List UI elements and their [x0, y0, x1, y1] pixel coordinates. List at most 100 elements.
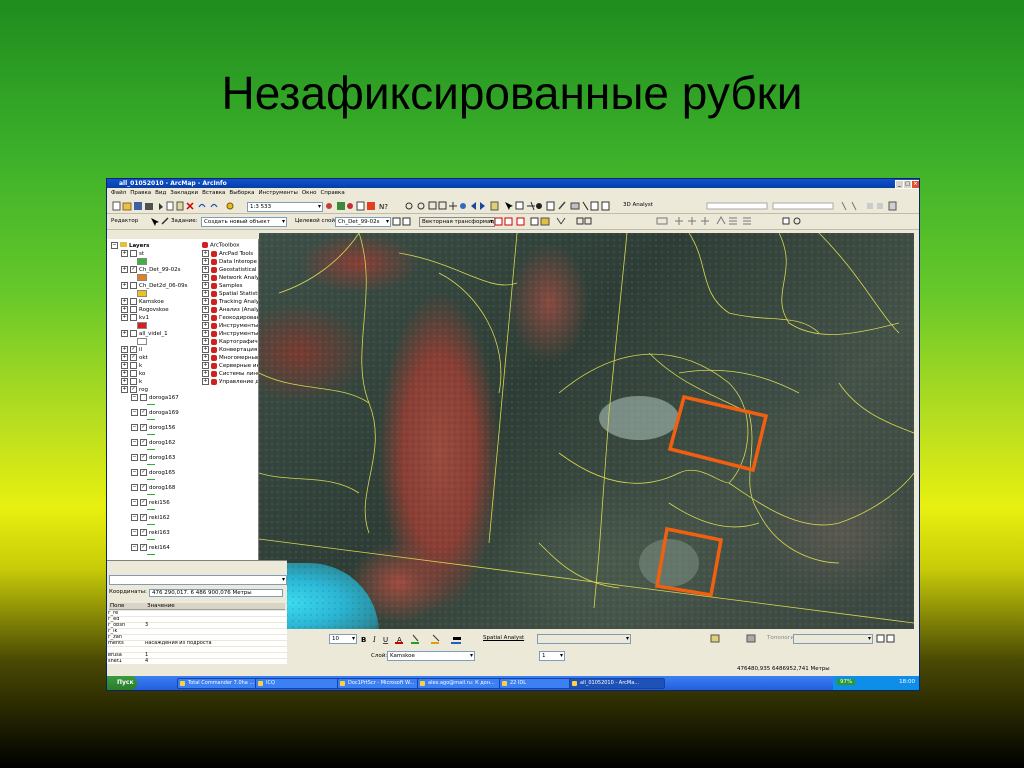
expand-icon[interactable]: + — [121, 370, 128, 377]
spatial-analyst-menu[interactable]: Spatial Analyst — [483, 635, 524, 641]
layer-checkbox[interactable]: ✓ — [130, 386, 137, 393]
expand-icon[interactable]: + — [121, 314, 128, 321]
expand-icon[interactable]: − — [131, 409, 138, 416]
expand-icon[interactable]: + — [202, 362, 209, 369]
expand-icon[interactable]: + — [121, 282, 128, 289]
expand-icon[interactable]: + — [202, 338, 209, 345]
arctoolbox-root[interactable]: ArcToolbox — [202, 242, 240, 249]
menu-item[interactable]: Инструменты — [258, 190, 297, 196]
expand-icon[interactable]: − — [131, 529, 138, 536]
expand-icon[interactable]: + — [202, 346, 209, 353]
layer-checkbox[interactable]: ✓ — [140, 544, 147, 551]
vector-transform-dropdown[interactable]: Векторная трансформация — [419, 217, 495, 227]
toolbox-item[interactable]: + Конвертация — [202, 346, 257, 353]
expand-icon[interactable]: − — [131, 469, 138, 476]
layer-checkbox[interactable] — [130, 378, 137, 385]
toolbox-item[interactable]: + Spatial Statisti — [202, 290, 258, 297]
menu-item[interactable]: Выборка — [229, 190, 254, 196]
toolbox-item[interactable]: + Управление д — [202, 378, 258, 385]
toc-layer[interactable]: + all_videl_1 — [121, 330, 168, 337]
menu-item[interactable]: Вставка — [202, 190, 225, 196]
toc-root-layers[interactable]: − Layers — [111, 242, 149, 249]
expand-icon[interactable]: − — [131, 484, 138, 491]
expand-icon[interactable]: + — [121, 354, 128, 361]
layer-line-symbol[interactable] — [147, 404, 155, 405]
toc-layer[interactable]: − ✓ doroga169 — [131, 409, 179, 416]
layer-line-symbol[interactable] — [147, 464, 155, 465]
layer-symbol-swatch[interactable] — [137, 274, 147, 281]
attr-row[interactable]: г_obsh 3 — [107, 623, 287, 628]
layer-line-symbol[interactable] — [147, 494, 155, 495]
expand-icon[interactable]: + — [202, 354, 209, 361]
toolbox-item[interactable]: + Инструменты — [202, 322, 258, 329]
expand-icon[interactable]: + — [121, 306, 128, 313]
toc-layer[interactable]: + ✓ rog — [121, 386, 148, 393]
standard-toolbar-icons[interactable]: N? — [107, 199, 919, 213]
coord-field[interactable]: 476 290,017. 6 486 900,076 Метры — [149, 589, 283, 597]
expand-icon[interactable]: + — [121, 298, 128, 305]
layer-line-symbol[interactable] — [147, 419, 155, 420]
layer-line-symbol[interactable] — [147, 434, 155, 435]
toc-layer[interactable]: + st — [121, 250, 144, 257]
expand-icon[interactable]: − — [131, 439, 138, 446]
toc-layer[interactable]: + kv1 — [121, 314, 149, 321]
toolbox-item[interactable]: + Серверные ин — [202, 362, 258, 369]
layer-line-symbol[interactable] — [147, 524, 155, 525]
toolbox-item[interactable]: + Системы лине — [202, 370, 258, 377]
expand-icon[interactable]: + — [121, 330, 128, 337]
expand-icon[interactable]: + — [202, 274, 209, 281]
attr-row[interactable]: г_re — [107, 611, 287, 616]
layer-checkbox[interactable]: ✓ — [130, 266, 137, 273]
attr-row[interactable]: ments насаждения из подроста — [107, 641, 287, 646]
expand-icon[interactable]: + — [202, 306, 209, 313]
layer-checkbox[interactable]: ✓ — [140, 424, 147, 431]
toc-layer[interactable]: + Kamskoe — [121, 298, 164, 305]
taskbar-button[interactable]: Total Commander 7.0ha ... — [177, 678, 267, 689]
layer-checkbox[interactable] — [130, 298, 137, 305]
toolbox-item[interactable]: + Samples — [202, 282, 243, 289]
toc-layer[interactable]: − ✓ dorog162 — [131, 439, 175, 446]
expand-icon[interactable]: + — [121, 386, 128, 393]
menu-item[interactable]: Правка — [130, 190, 151, 196]
expand-icon[interactable]: + — [202, 314, 209, 321]
menu-item[interactable]: Закладки — [170, 190, 198, 196]
layer-symbol-swatch[interactable] — [137, 290, 147, 297]
taskbar-button[interactable]: all_01052010 - ArcMa... — [569, 678, 665, 689]
expand-icon[interactable]: − — [131, 424, 138, 431]
attr-row[interactable]: shet1 4 — [107, 659, 287, 664]
value-field[interactable]: 1 — [539, 651, 565, 661]
toc-layer[interactable]: − doroga167 — [131, 394, 179, 401]
toolbox-item[interactable]: + Tracking Analy — [202, 298, 258, 305]
toolbox-item[interactable]: + ArcPad Tools — [202, 250, 253, 257]
toolbox-item[interactable]: + Многомерные — [202, 354, 258, 361]
task-dropdown[interactable]: Создать новый объект — [201, 217, 287, 227]
layer-checkbox[interactable]: ✓ — [140, 499, 147, 506]
layer-checkbox[interactable] — [130, 330, 137, 337]
expand-icon[interactable]: − — [131, 544, 138, 551]
menu-item[interactable]: Окно — [302, 190, 317, 196]
expand-icon[interactable]: + — [202, 370, 209, 377]
layer-checkbox[interactable] — [130, 250, 137, 257]
layer-checkbox[interactable]: ✓ — [140, 439, 147, 446]
expand-icon[interactable]: − — [131, 454, 138, 461]
attr-row[interactable]: г_ed — [107, 617, 287, 622]
layer-checkbox[interactable] — [130, 314, 137, 321]
toc-layer[interactable]: + ✓ Ch_Det_99-02s — [121, 266, 180, 273]
layer-line-symbol[interactable] — [147, 539, 155, 540]
layer-checkbox[interactable]: ✓ — [140, 454, 147, 461]
layer-checkbox[interactable] — [130, 370, 137, 377]
expand-icon[interactable]: + — [202, 266, 209, 273]
toc-layer[interactable]: − ✓ dorog165 — [131, 469, 175, 476]
layer-checkbox[interactable] — [130, 306, 137, 313]
toolbox-item[interactable]: + Data Interope — [202, 258, 257, 265]
target-layer-dropdown[interactable]: Ch_Det_99-02s — [335, 217, 391, 227]
layer-checkbox[interactable]: ✓ — [130, 346, 137, 353]
layer-checkbox[interactable] — [130, 362, 137, 369]
attr-row[interactable]: вrusa 1 — [107, 653, 287, 658]
toc-layer[interactable]: + ✓ il — [121, 346, 142, 353]
layer-checkbox[interactable]: ✓ — [140, 529, 147, 536]
menu-item[interactable]: Справка — [320, 190, 344, 196]
layer-line-symbol[interactable] — [147, 449, 155, 450]
layer-symbol-swatch[interactable] — [137, 258, 147, 265]
toc-layer[interactable]: − ✓ reki162 — [131, 514, 170, 521]
